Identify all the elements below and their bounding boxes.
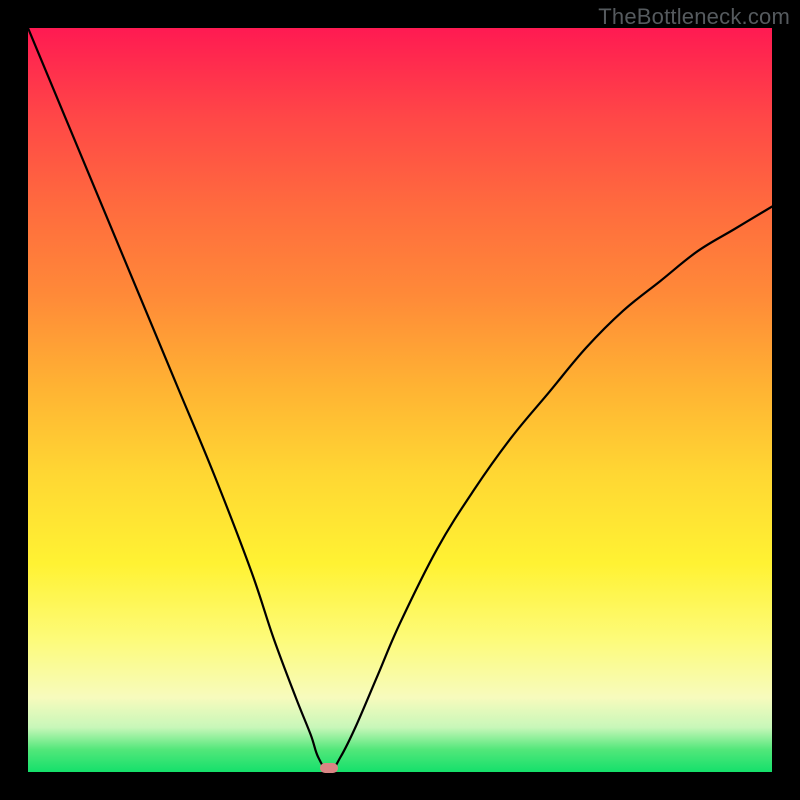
bottleneck-curve-path	[28, 28, 772, 772]
chart-frame: TheBottleneck.com	[0, 0, 800, 800]
min-marker	[320, 763, 338, 773]
plot-area	[28, 28, 772, 772]
watermark-text: TheBottleneck.com	[598, 4, 790, 30]
curve-svg	[28, 28, 772, 772]
